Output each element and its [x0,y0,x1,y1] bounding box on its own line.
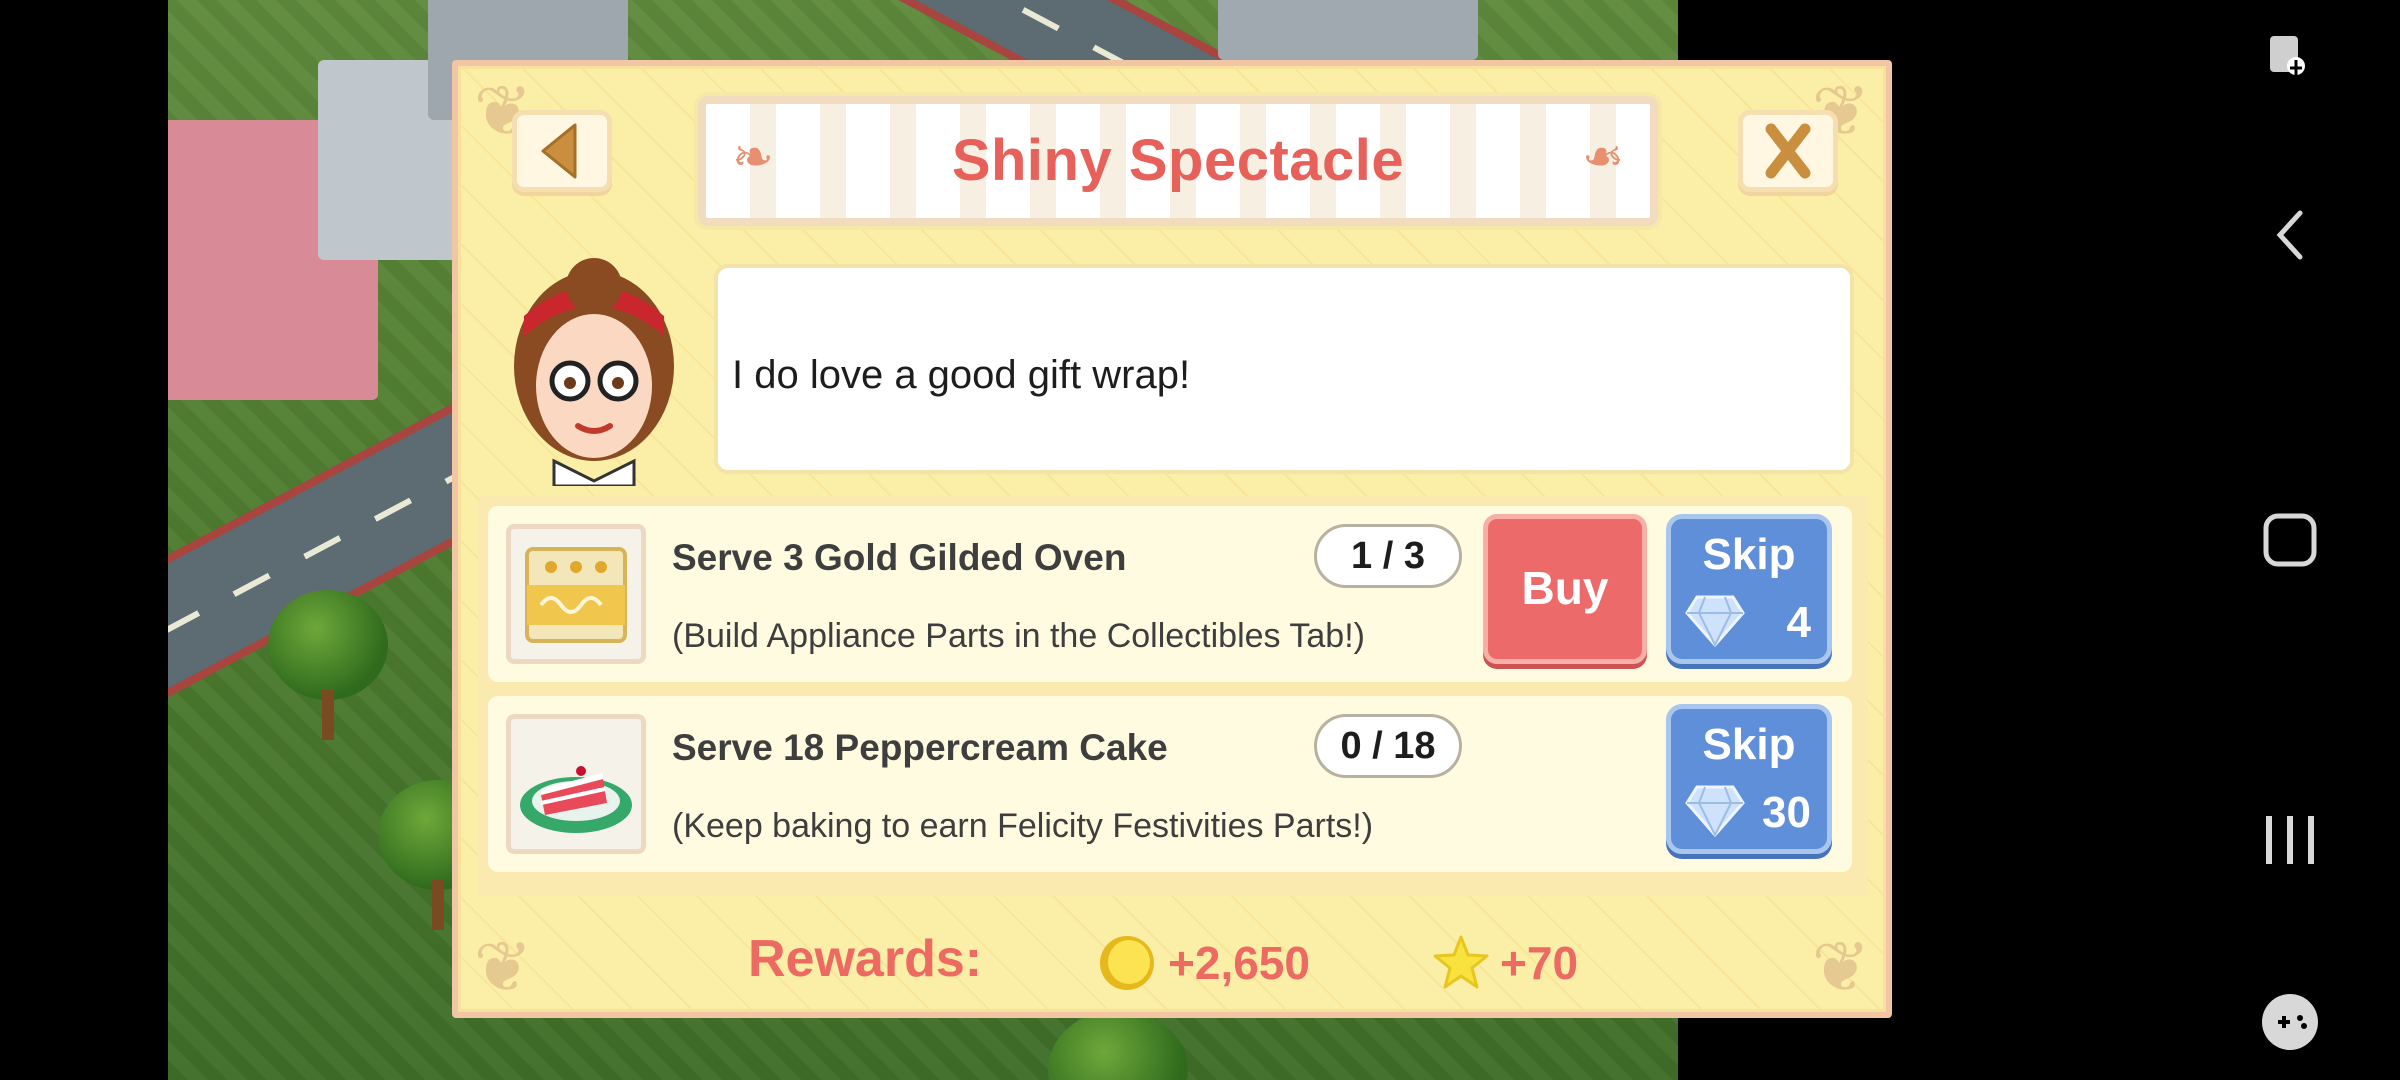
skip-cost: 30 [1762,788,1811,837]
task-title: Serve 18 Peppercream Cake [672,727,1168,768]
screen-capture-icon[interactable] [2260,30,2320,94]
recents-nav-icon[interactable] [2260,812,2320,872]
speech-text: I do love a good gift wrap! [732,353,1191,397]
home-nav-icon[interactable] [2262,512,2318,572]
skip-label: Skip [1702,530,1796,579]
rewards-label: Rewards: [748,930,983,988]
tree-trunk [432,880,444,930]
gem-icon [1685,595,1745,648]
task-row: Serve 18 Peppercream Cake (Keep baking t… [488,696,1852,872]
rewards-bar: Rewards: +2,650 +70 [478,914,1868,1004]
skip-cost: 4 [1786,598,1811,647]
xp-reward: +70 [1500,937,1579,989]
close-button[interactable] [1738,110,1838,192]
building [1218,0,1478,60]
back-nav-icon[interactable] [2270,205,2310,269]
speech-bubble: I do love a good gift wrap! [714,264,1854,474]
task-progress: 1 / 3 [1314,524,1462,588]
character-avatar [504,256,684,488]
close-x-icon [1765,123,1811,179]
tree [1048,1010,1188,1080]
gold-oven-icon [506,524,646,664]
coin-reward: +2,650 [1168,937,1310,989]
flourish-icon: ❧ [1582,129,1624,185]
buy-button[interactable]: Buy [1483,514,1647,664]
skip-button[interactable]: Skip 4 [1666,514,1832,664]
task-row: Serve 3 Gold Gilded Oven (Build Applianc… [488,506,1852,682]
game-launcher-icon[interactable] [2258,990,2322,1058]
title-banner: ❧ Shiny Spectacle ❧ [698,96,1658,226]
quest-dialog: ❦ ❦ ❦ ❦ ❧ Shiny Spectacle ❧ I do love a … [452,60,1892,1018]
task-progress: 0 / 18 [1314,714,1462,778]
skip-button[interactable]: Skip 30 [1666,704,1832,854]
tree [268,590,388,700]
dialog-title: Shiny Spectacle [951,128,1405,193]
coin-icon [1100,936,1154,990]
back-arrow-icon [541,123,577,179]
star-icon [1433,935,1489,989]
tasks-panel: Serve 3 Gold Gilded Oven (Build Applianc… [478,496,1868,896]
task-title: Serve 3 Gold Gilded Oven [672,537,1127,578]
skip-label: Skip [1702,720,1796,769]
task-hint: (Keep baking to earn Felicity Festivitie… [672,807,1374,845]
task-hint: (Build Appliance Parts in the Collectibl… [672,617,1365,655]
cake-slice-icon [506,714,646,854]
tree-trunk [322,690,334,740]
gem-icon [1685,785,1745,838]
back-button[interactable] [512,110,612,192]
